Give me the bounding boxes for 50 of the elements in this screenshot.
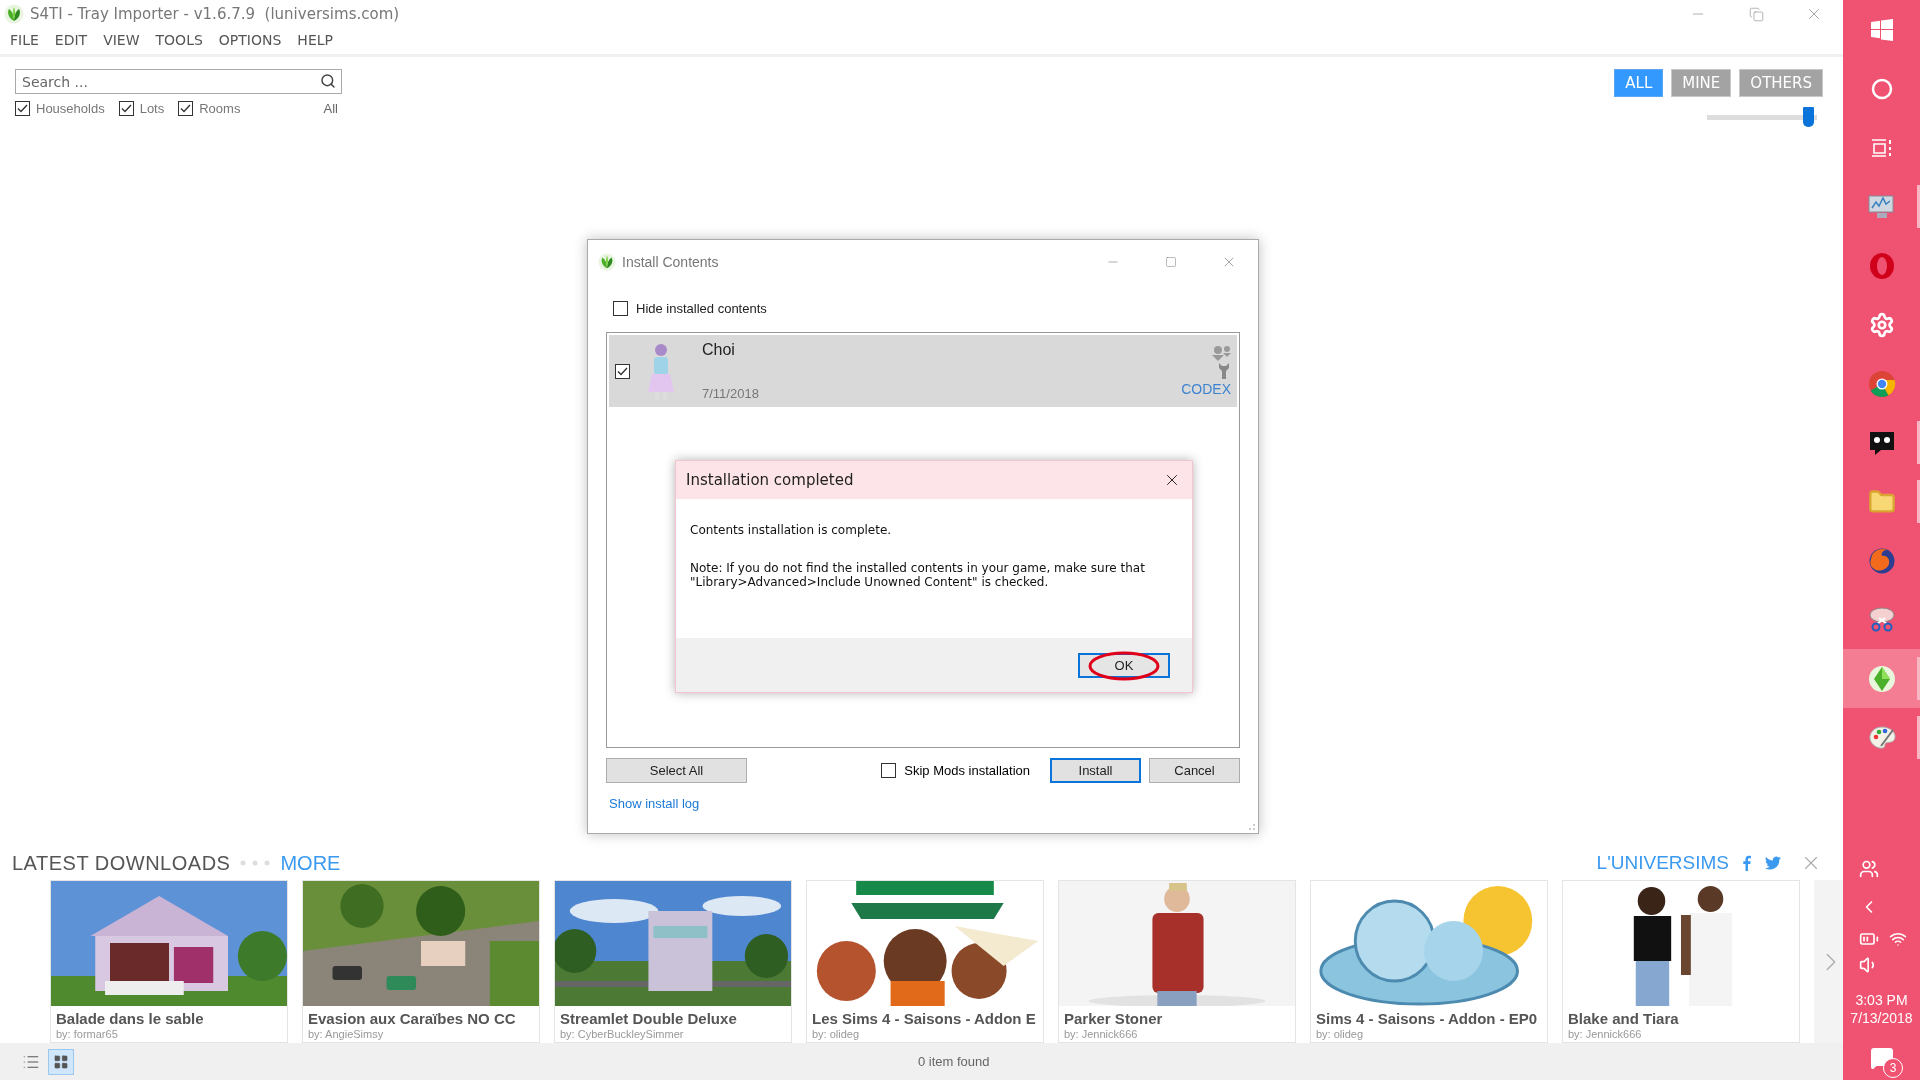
card-title: Evasion aux Caraïbes NO CC [307,1009,517,1027]
download-card[interactable]: Balade dans le sable by: formar65 [50,880,288,1043]
download-card[interactable]: Evasion aux Caraïbes NO CC by: AngieSimsy [302,880,540,1043]
message-title: Installation completed [686,471,855,489]
download-card[interactable]: Blake and Tiara by: Jennick666 [1562,880,1800,1043]
content-date: 7/11/2018 [702,386,760,401]
card-title: Streamlet Double Deluxe [559,1009,738,1027]
select-all-button[interactable]: Select All [606,758,747,783]
menu-item[interactable]: HELP [289,28,341,52]
menu-item[interactable]: VIEW [95,28,148,52]
menu-item[interactable]: FILE [2,28,47,52]
content-source: CODEX [1181,381,1231,397]
all-filter-link[interactable]: All [323,101,338,116]
card-title: Parker Stoner [1063,1009,1164,1027]
filter-label: Households [36,101,105,116]
card-author: by: Jennick666 [1567,1027,1643,1040]
window-title: S4TI - Tray Importer - v1.6.7.9 (luniversims.com) [30,5,400,23]
card-title: Blake and Tiara [1567,1009,1680,1027]
menu-item[interactable]: TOOLS [147,28,211,52]
section-title: LATEST DOWNLOADS [12,851,231,875]
install-button[interactable]: Install [1050,758,1141,783]
message-note: Note: If you do not find the installed contents in your game, make sure that "Library>Advanced>Include Unowned Content" is checked. [689,561,1146,589]
card-author: by: CyberBuckleySimmer [559,1027,685,1040]
cancel-button[interactable]: Cancel [1149,758,1240,783]
download-card[interactable]: Streamlet Double Deluxe by: CyberBuckleySimmer [554,880,792,1043]
content-name: Choi [702,341,736,359]
menu-item[interactable]: EDIT [46,28,96,52]
card-author: by: formar65 [55,1027,119,1040]
download-card[interactable]: Sims 4 - Saisons - Addon - EP0 by: olideg [1310,880,1548,1043]
checkbox-label: Skip Mods installation [904,763,1030,778]
download-card[interactable]: Parker Stoner by: Jennick666 [1058,880,1296,1043]
card-author: by: olideg [1315,1027,1365,1040]
card-title: Balade dans le sable [55,1009,205,1027]
card-author: by: Jennick666 [1063,1027,1139,1040]
dialog-title: Install Contents [622,254,719,270]
download-card[interactable]: Les Sims 4 - Saisons - Addon E by: olideg [806,880,1044,1043]
checkbox-label: Hide installed contents [636,300,767,316]
install-log-link[interactable]: Show install log [606,796,700,811]
notification-count: 3 [1883,1058,1903,1078]
content-row[interactable]: Choi 7/11/2018 CODEX [609,335,1237,407]
search-field[interactable]: Search ... [15,69,342,94]
card-author: by: olideg [811,1027,861,1040]
filter-label: Rooms [199,101,241,116]
card-title: Les Sims 4 - Saisons - Addon E [811,1009,1037,1027]
item-count: 0 item found [918,1054,990,1069]
menu-item[interactable]: OPTIONS [210,28,290,52]
card-author: by: AngieSimsy [307,1027,385,1040]
card-title: Sims 4 - Saisons - Addon - EP0 [1315,1009,1539,1027]
filter-label: Lots [139,101,165,116]
message-text: Contents installation is complete. [689,523,893,537]
